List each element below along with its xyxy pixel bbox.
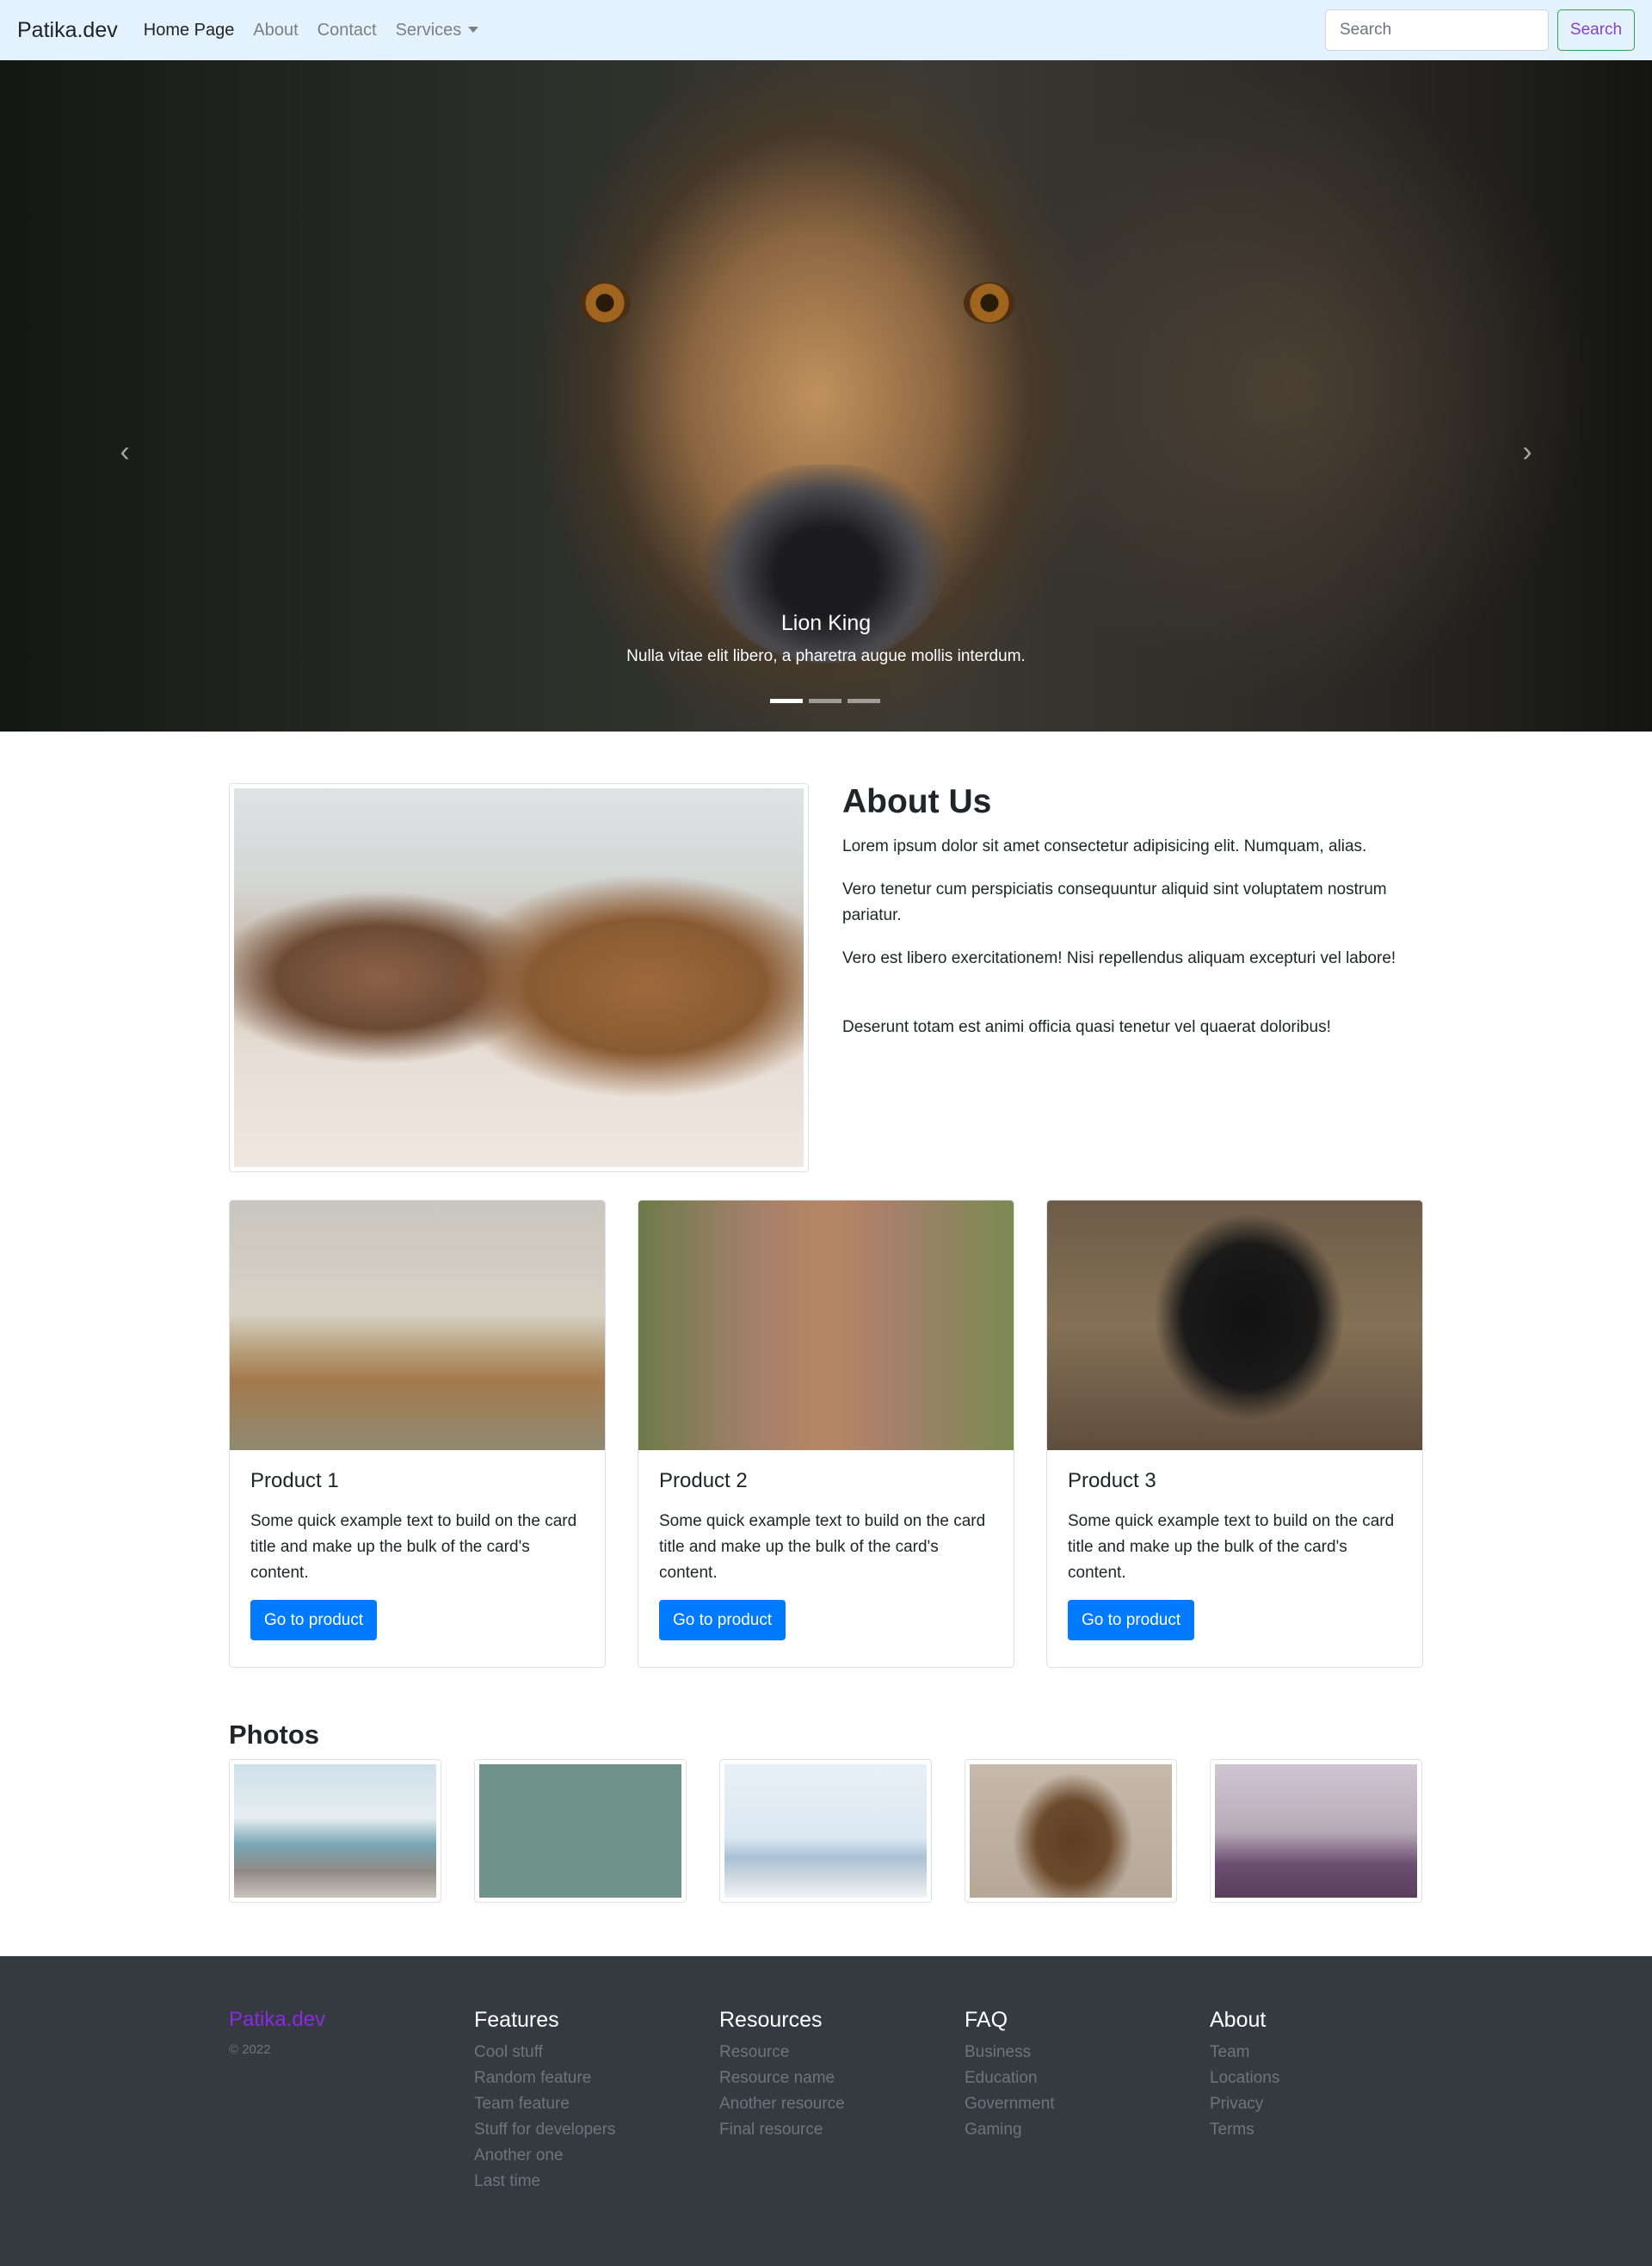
product-image-2 [638, 1201, 1014, 1450]
footer-link[interactable]: Gaming [965, 2117, 1055, 2143]
about-paragraph-2: Vero tenetur cum perspiciatis consequunt… [842, 880, 1387, 924]
footer-heading: Resources [719, 2008, 823, 2032]
footer-link[interactable]: Resource [719, 2040, 845, 2065]
bear-photo [970, 1764, 1172, 1898]
footer-link[interactable]: Education [965, 2065, 1055, 2091]
footer-link[interactable]: Final resource [719, 2117, 845, 2143]
card-text: Some quick example text to build on the … [659, 1512, 986, 1582]
seagull-photo [724, 1764, 927, 1898]
footer-column-faq: FAQ Business Education Government Gaming [965, 2008, 1055, 2143]
card-title: Product 2 [659, 1469, 748, 1492]
card-title: Product 1 [250, 1469, 339, 1492]
product-card-1: Product 1 Some quick example text to bui… [229, 1200, 606, 1668]
footer-link[interactable]: Team feature [474, 2091, 615, 2117]
footer-link[interactable]: Resource name [719, 2065, 845, 2091]
footer-link[interactable]: Business [965, 2040, 1055, 2065]
footer-heading: Features [474, 2008, 559, 2032]
birds-photo [479, 1764, 681, 1898]
footer-link[interactable]: Another resource [719, 2091, 845, 2117]
footer-column-features: Features Cool stuff Random feature Team … [474, 2008, 615, 2195]
carousel-indicator-2[interactable] [809, 699, 841, 703]
go-to-product-button[interactable]: Go to product [1068, 1600, 1195, 1640]
about-image [229, 783, 809, 1172]
footer-link[interactable]: Random feature [474, 2065, 615, 2091]
search-form: Search [1325, 9, 1635, 51]
photo-thumbnail-1[interactable] [229, 1759, 441, 1903]
product-card-3: Product 3 Some quick example text to bui… [1046, 1200, 1423, 1668]
go-to-product-button[interactable]: Go to product [250, 1600, 378, 1640]
product-card-2: Product 2 Some quick example text to bui… [638, 1200, 1014, 1668]
footer-link[interactable]: Locations [1210, 2065, 1279, 2091]
nav-link-services-label: Services [395, 20, 462, 40]
walrus-photo [234, 788, 804, 1167]
photo-thumbnail-2[interactable] [474, 1759, 687, 1903]
about-paragraph-1: Lorem ipsum dolor sit amet consectetur a… [842, 837, 1367, 855]
carousel-caption-title: Lion King [780, 611, 872, 635]
hero-carousel: ‹ › Lion King Nulla vitae elit libero, a… [0, 60, 1652, 732]
footer-link[interactable]: Team [1210, 2040, 1279, 2065]
footer-brand[interactable]: Patika.dev [229, 2008, 325, 2032]
about-paragraph-3: Vero est libero exercitationem! Nisi rep… [842, 949, 1396, 967]
footer-link[interactable]: Cool stuff [474, 2040, 615, 2065]
chevron-down-icon [468, 26, 479, 33]
footer-link[interactable]: Another one [474, 2143, 615, 2169]
footer-link[interactable]: Stuff for developers [474, 2117, 615, 2143]
chevron-left-icon[interactable]: ‹ [112, 437, 138, 466]
boat-photo [1215, 1764, 1417, 1898]
footer-heading: FAQ [965, 2008, 1008, 2032]
chevron-right-icon[interactable]: › [1514, 437, 1540, 466]
footer-link[interactable]: Last time [474, 2169, 615, 2195]
footer-link[interactable]: Terms [1210, 2117, 1279, 2143]
footer-brand-column: Patika.dev © 2022 [229, 2008, 325, 2057]
footer-link[interactable]: Government [965, 2091, 1055, 2117]
search-input[interactable] [1325, 9, 1549, 51]
footer-heading: About [1210, 2008, 1267, 2032]
card-text: Some quick example text to build on the … [1068, 1512, 1395, 1582]
photo-thumbnail-4[interactable] [965, 1759, 1177, 1903]
lion-eye-right [964, 282, 1015, 324]
lion-eye-left [579, 282, 631, 324]
carousel-caption-text: Nulla vitae elit libero, a pharetra augu… [626, 647, 1026, 665]
photo-thumbnail-5[interactable] [1210, 1759, 1422, 1903]
footer-column-about: About Team Locations Privacy Terms [1210, 2008, 1279, 2143]
carousel-indicator-3[interactable] [848, 699, 880, 703]
photo-thumbnail-3[interactable] [719, 1759, 932, 1903]
photos-title: Photos [229, 1720, 320, 1750]
product-image-3 [1047, 1201, 1422, 1450]
carousel-indicators [770, 699, 886, 703]
nav-dropdown-services[interactable]: Services [396, 21, 479, 40]
footer-copyright: © 2022 [229, 2042, 271, 2057]
product-image-1 [230, 1201, 605, 1450]
navbar: Patika.dev Home Page About Contact Servi… [0, 0, 1652, 60]
footer-column-resources: Resources Resource Resource name Another… [719, 2008, 845, 2143]
pelican-photo [234, 1764, 436, 1898]
footer: Patika.dev © 2022 Features Cool stuff Ra… [0, 1956, 1652, 2266]
card-text: Some quick example text to build on the … [250, 1512, 577, 1582]
card-title: Product 3 [1068, 1469, 1156, 1492]
go-to-product-button[interactable]: Go to product [659, 1600, 786, 1640]
footer-link[interactable]: Privacy [1210, 2091, 1279, 2117]
navbar-brand[interactable]: Patika.dev [17, 18, 118, 43]
carousel-indicator-1[interactable] [770, 699, 803, 703]
nav-link-about[interactable]: About [253, 21, 298, 40]
nav-link-home[interactable]: Home Page [144, 21, 235, 40]
nav-link-contact[interactable]: Contact [317, 21, 377, 40]
search-button[interactable]: Search [1557, 9, 1635, 51]
about-paragraph-4: Deserunt totam est animi officia quasi t… [842, 1018, 1331, 1036]
about-title: About Us [842, 783, 992, 820]
